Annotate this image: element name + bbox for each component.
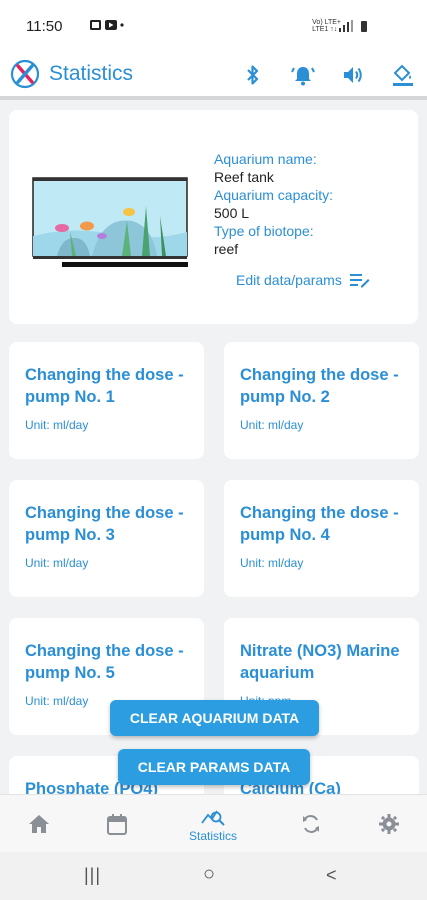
stat-card-pump-1[interactable]: Changing the dose - pump No. 1 Unit: ml/… <box>9 342 204 459</box>
stat-card-title: Nitrate (NO3) Marine aquarium <box>240 642 400 682</box>
stat-card-unit: Unit: ml/day <box>25 556 89 570</box>
edit-link-label: Edit data/params <box>236 272 342 288</box>
network-indicator: Vo) LTE+ LTE1 ↑↓ <box>312 19 341 33</box>
edit-list-icon <box>349 274 370 288</box>
aquarium-name-value: Reef tank <box>214 169 274 185</box>
biotope-type-value: reef <box>214 241 239 257</box>
statistics-content[interactable]: Aquarium name: Reef tank Aquarium capaci… <box>0 104 427 794</box>
stat-card-unit: Unit: ml/day <box>25 418 89 432</box>
back-button[interactable]: < <box>326 865 337 886</box>
volume-icon[interactable] <box>340 62 366 88</box>
paint-bucket-icon[interactable] <box>390 62 416 88</box>
stat-card-title: Changing the dose - pump No. 5 <box>25 642 184 682</box>
stat-card-unit: Unit: ml/day <box>25 694 89 708</box>
nav-sync[interactable] <box>286 795 336 853</box>
nav-settings[interactable] <box>364 795 414 853</box>
stat-card-unit: Unit: ml/day <box>240 556 304 570</box>
app-logo-icon <box>10 59 40 89</box>
aquarium-details: Aquarium name: Reef tank Aquarium capaci… <box>214 150 333 258</box>
stat-card-title: Changing the dose - pump No. 4 <box>240 504 399 544</box>
biotope-type-label: Type of biotope: <box>214 223 314 239</box>
aquarium-capacity-value: 500 L <box>214 205 250 221</box>
settings-icon <box>379 814 399 834</box>
sync-icon <box>303 815 319 833</box>
stat-card-title: Changing the dose - pump No. 1 <box>25 366 184 406</box>
statistics-icon <box>201 810 225 826</box>
app-bar: Statistics <box>0 52 427 100</box>
status-bar: 11:50 Vo) LTE+ LTE1 ↑↓ <box>0 0 427 52</box>
status-time: 11:50 <box>26 18 63 35</box>
gallery-youtube-icons <box>90 20 124 30</box>
stat-card-pump-2[interactable]: Changing the dose - pump No. 2 Unit: ml/… <box>224 342 419 459</box>
edit-data-params-link[interactable]: Edit data/params <box>236 272 370 288</box>
nav-home[interactable] <box>14 795 64 853</box>
bottom-navigation: Statistics <box>0 794 427 852</box>
clear-params-data-button[interactable]: CLEAR PARAMS DATA <box>118 749 310 785</box>
system-navigation-bar: ||| ○ < <box>0 852 427 900</box>
home-icon <box>29 815 49 833</box>
signal-icon <box>339 20 353 32</box>
page-title: Statistics <box>49 62 134 85</box>
alarm-bell-icon[interactable] <box>290 62 316 88</box>
nav-calendar[interactable] <box>92 795 142 853</box>
nav-statistics-label: Statistics <box>188 829 237 843</box>
notification-icons <box>90 19 124 34</box>
stat-card-unit: Unit: ml/day <box>240 418 304 432</box>
stat-card-title: Changing the dose - pump No. 3 <box>25 504 184 544</box>
aquarium-capacity-label: Aquarium capacity: <box>214 187 334 203</box>
calendar-icon <box>107 814 127 835</box>
stat-card-pump-4[interactable]: Changing the dose - pump No. 4 Unit: ml/… <box>224 480 419 597</box>
bluetooth-icon[interactable] <box>240 62 266 88</box>
aquarium-name-label: Aquarium name: <box>214 151 317 167</box>
battery-icon <box>361 21 367 32</box>
stat-card-pump-3[interactable]: Changing the dose - pump No. 3 Unit: ml/… <box>9 480 204 597</box>
nav-statistics[interactable]: Statistics <box>178 795 248 853</box>
recent-apps-button[interactable]: ||| <box>84 865 101 886</box>
clear-aquarium-data-button[interactable]: CLEAR AQUARIUM DATA <box>110 700 319 736</box>
stat-card-title: Changing the dose - pump No. 2 <box>240 366 399 406</box>
aquarium-info-card: Aquarium name: Reef tank Aquarium capaci… <box>9 110 418 324</box>
home-button[interactable]: ○ <box>203 863 215 886</box>
aquarium-image <box>32 177 188 267</box>
